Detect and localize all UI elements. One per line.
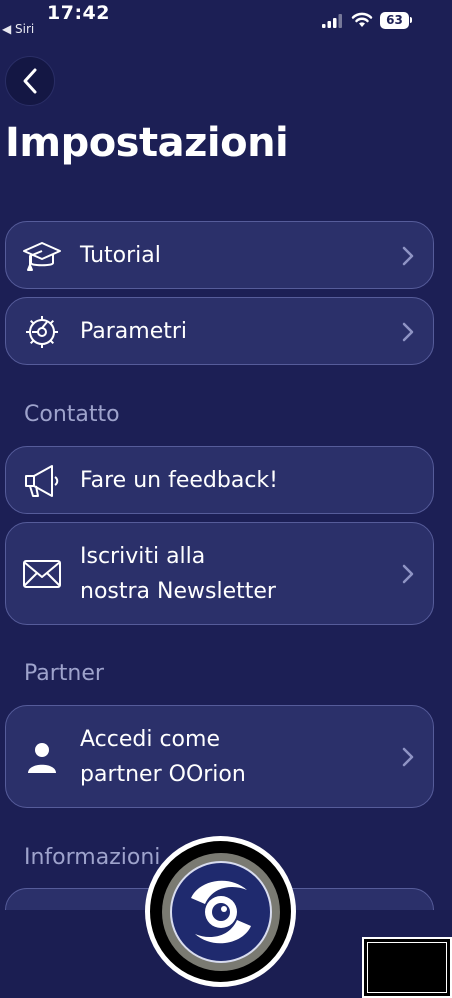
settings-item-label-line2: partner OOrion xyxy=(80,762,246,787)
settings-item-feedback[interactable]: Fare un feedback! xyxy=(5,446,434,514)
settings-item-newsletter[interactable]: Iscriviti alla nostra Newsletter xyxy=(5,522,434,625)
megaphone-icon xyxy=(22,461,62,501)
wifi-icon xyxy=(351,12,373,27)
settings-item-label: Parametri xyxy=(80,319,188,344)
page-title: Impostazioni xyxy=(5,120,289,166)
settings-item-label-line1: Accedi come xyxy=(80,727,220,752)
settings-item-label-line2: nostra Newsletter xyxy=(80,579,276,604)
oorion-home-button[interactable] xyxy=(145,836,296,987)
back-to-app-link[interactable]: ◀ Siri xyxy=(2,22,34,36)
chevron-left-icon xyxy=(23,68,37,94)
status-time: 17:42 xyxy=(47,2,110,24)
cellular-signal-icon xyxy=(322,14,342,28)
settings-item-tutorial[interactable]: Tutorial xyxy=(5,221,434,289)
chevron-right-icon xyxy=(402,246,414,266)
section-header-contatto: Contatto xyxy=(24,402,120,427)
chevron-right-icon xyxy=(402,564,414,584)
mail-icon xyxy=(22,554,62,594)
person-icon xyxy=(22,737,62,777)
section-header-informazioni: Informazioni xyxy=(24,845,161,870)
settings-item-parametri[interactable]: Parametri xyxy=(5,297,434,365)
settings-item-label: Fare un feedback! xyxy=(80,468,278,493)
chevron-right-icon xyxy=(402,322,414,342)
section-header-partner: Partner xyxy=(24,661,104,686)
back-button[interactable] xyxy=(5,56,55,106)
oorion-logo xyxy=(161,852,280,971)
settings-item-partner-login[interactable]: Accedi come partner OOrion xyxy=(5,705,434,808)
battery-level: 63 xyxy=(380,12,409,29)
chevron-right-icon xyxy=(402,747,414,767)
settings-item-label: Tutorial xyxy=(80,243,161,268)
floating-overlay-box xyxy=(362,937,452,998)
graduation-cap-icon xyxy=(22,236,62,276)
gear-icon xyxy=(22,312,62,352)
battery-icon: 63 xyxy=(380,12,412,29)
status-bar: 17:42 ◀ Siri 63 xyxy=(0,0,452,44)
settings-item-label-line1: Iscriviti alla xyxy=(80,544,206,569)
